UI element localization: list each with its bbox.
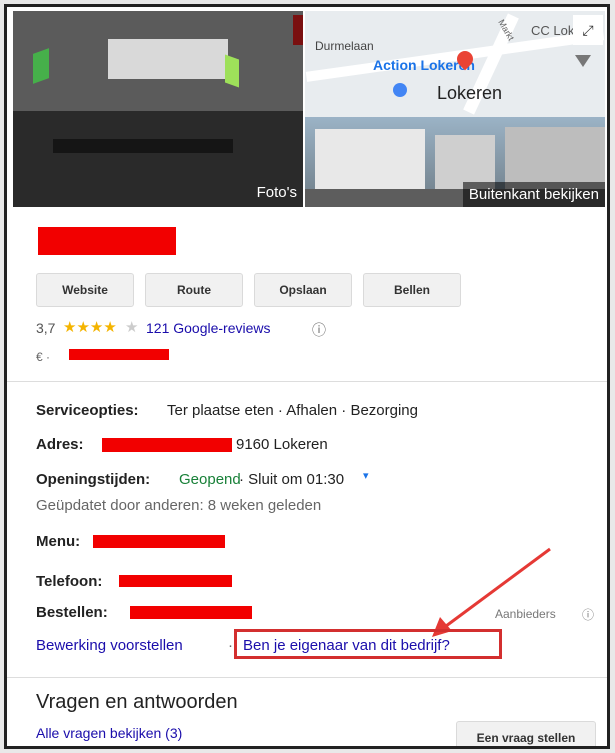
hours-open[interactable]: Geopend	[179, 471, 241, 488]
service-options-value: Ter plaatse eten · Afhalen · Bezorging	[167, 402, 418, 419]
hours-close[interactable]: · Sluit om 01:30	[239, 471, 344, 488]
rating-value: 3,7	[36, 320, 56, 336]
map-label: Durmelaan	[315, 39, 374, 53]
reviews-link[interactable]: 121 Google-reviews	[146, 320, 271, 336]
photo-strip: Foto's Durmelaan CC Lok Action Lokeren L…	[13, 11, 605, 207]
service-options-label: Serviceopties:	[36, 402, 139, 419]
interior-photo[interactable]: Foto's	[13, 11, 303, 207]
building	[505, 127, 605, 189]
wall-decor-left	[33, 48, 49, 84]
hours-updated-note: Geüpdatet door anderen: 8 weken geleden	[36, 497, 322, 514]
rating-stars: ★★★★	[63, 319, 117, 336]
view-all-questions-link[interactable]: Alle vragen bekijken (3)	[36, 725, 182, 741]
link-separator: ·	[228, 637, 233, 654]
building	[435, 135, 495, 189]
hours-label: Openingstijden:	[36, 471, 151, 488]
order-redacted	[130, 606, 252, 619]
info-icon[interactable]: ⓘ	[312, 320, 326, 340]
address-label: Adres:	[36, 436, 84, 453]
expand-icon[interactable]: ⤢	[573, 15, 603, 45]
info-icon[interactable]: ⓘ	[582, 606, 594, 623]
suggest-edit-link[interactable]: Bewerking voorstellen	[36, 637, 183, 654]
menu-redacted	[93, 535, 225, 548]
address-value[interactable]: 9160 Lokeren	[236, 436, 328, 453]
shop-marker-icon	[393, 83, 407, 97]
phone-label: Telefoon:	[36, 573, 103, 590]
category-redacted	[69, 349, 169, 360]
streetview-label[interactable]: Buitenkant bekijken	[462, 182, 605, 207]
phone-redacted	[119, 575, 232, 587]
table	[53, 139, 233, 153]
map-thumbnail[interactable]: Durmelaan CC Lok Action Lokeren Lokeren …	[305, 11, 605, 117]
menu-board	[108, 39, 228, 79]
business-name-redacted	[38, 227, 176, 255]
marker-icon	[575, 55, 591, 67]
map-label: Lokeren	[437, 83, 503, 103]
business-panel: Foto's Durmelaan CC Lok Action Lokeren L…	[4, 4, 610, 749]
photos-label[interactable]: Foto's	[257, 184, 297, 201]
frame-edge	[293, 15, 303, 45]
call-button[interactable]: Bellen	[363, 273, 461, 307]
save-button[interactable]: Opslaan	[254, 273, 352, 307]
ask-question-button[interactable]: Een vraag stellen	[456, 721, 596, 746]
map-label: CC Lok	[531, 23, 575, 38]
empty-star-icon: ★	[125, 319, 139, 336]
wall-decor-right	[225, 54, 239, 88]
claim-business-link[interactable]: Ben je eigenaar van dit bedrijf?	[243, 637, 450, 654]
divider	[7, 677, 607, 678]
route-button[interactable]: Route	[145, 273, 243, 307]
map-and-streetview[interactable]: Durmelaan CC Lok Action Lokeren Lokeren …	[305, 11, 605, 207]
website-button[interactable]: Website	[36, 273, 134, 307]
streetview-thumbnail[interactable]: Buitenkant bekijken	[305, 117, 605, 207]
building	[315, 129, 425, 189]
menu-label: Menu:	[36, 533, 81, 550]
price-level: € ·	[36, 350, 51, 364]
qa-title: Vragen en antwoorden	[36, 691, 238, 713]
hours-chevron-down-icon[interactable]: ▾	[363, 469, 369, 482]
order-label: Bestellen:	[36, 604, 108, 621]
divider	[7, 381, 607, 382]
address-redacted	[102, 438, 232, 452]
annotation-arrow-icon	[432, 547, 551, 637]
